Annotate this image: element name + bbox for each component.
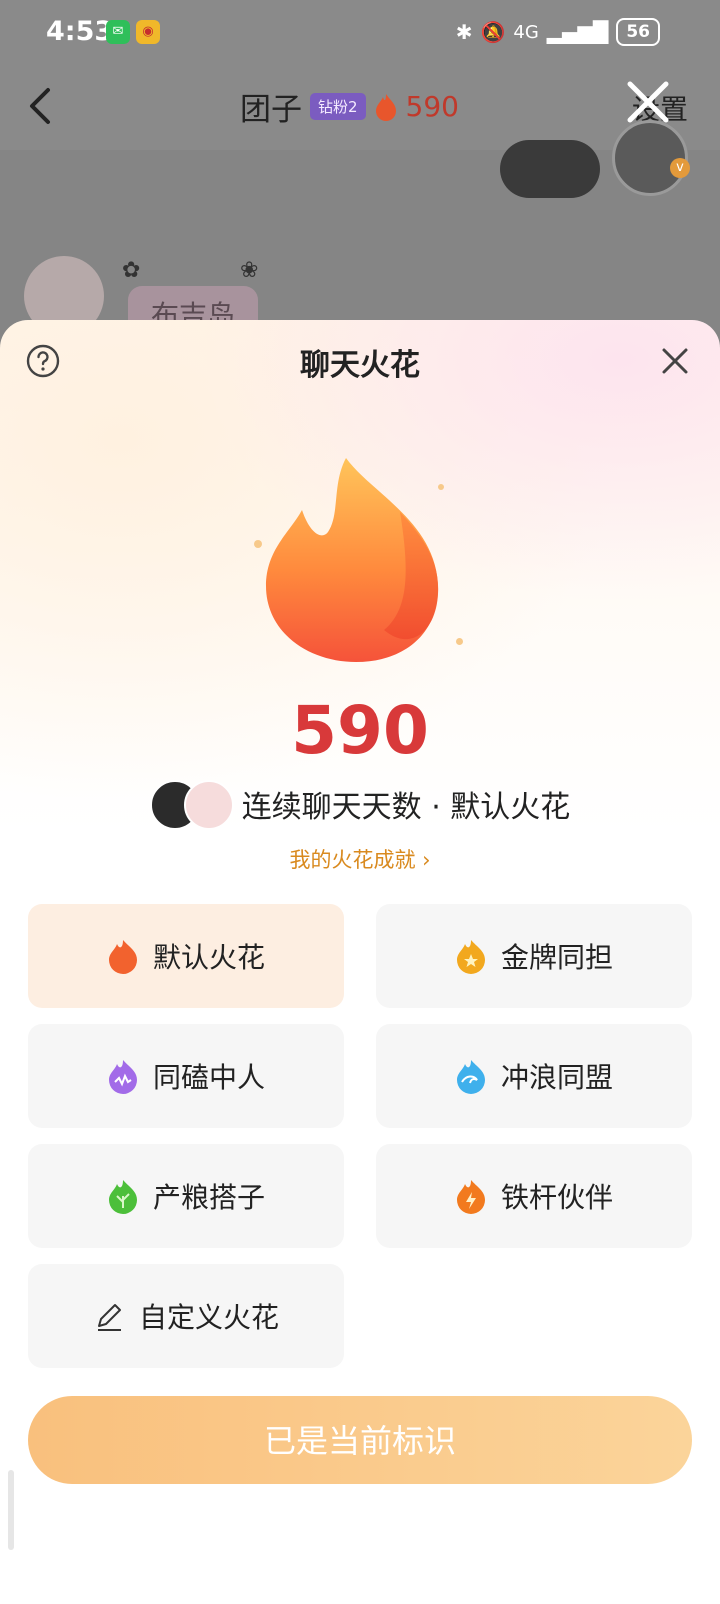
spark-option-label: 铁杆伙伴 bbox=[500, 1181, 613, 1214]
spark-option-label: 默认火花 bbox=[152, 941, 265, 974]
spark-option-bolt[interactable]: 铁杆伙伴 bbox=[376, 1144, 692, 1248]
close-icon[interactable] bbox=[626, 80, 670, 124]
spark-option-custom[interactable]: 自定义火花 bbox=[28, 1264, 344, 1368]
pencil-icon bbox=[97, 1304, 121, 1331]
wechat-icon: ✉ bbox=[106, 20, 130, 44]
weibo-icon: ◉ bbox=[136, 20, 160, 44]
apply-spark-button[interactable]: 已是当前标识 bbox=[28, 1396, 692, 1484]
spark-option-label: 冲浪同盟 bbox=[500, 1061, 613, 1094]
pair-avatars bbox=[149, 780, 234, 830]
network-label: 4G bbox=[513, 21, 539, 43]
flame-icon bbox=[266, 458, 439, 662]
chat-screen-background: 4:53 ✉ ◉ ✱ 🔕 4G ▂▄▆█ 56 团子 钻粉2 590 设置 v bbox=[0, 0, 720, 360]
chat-title: 团子 钻粉2 590 bbox=[240, 84, 459, 129]
close-icon[interactable] bbox=[660, 346, 690, 376]
bluetooth-icon: ✱ bbox=[455, 20, 473, 44]
signal-icon: ▂▄▆█ bbox=[546, 20, 609, 44]
scroll-indicator bbox=[8, 1470, 14, 1550]
spark-option-purple[interactable]: 同磕中人 bbox=[28, 1024, 344, 1128]
flame-orange-icon bbox=[108, 940, 137, 974]
status-indicators: ✱ 🔕 4G ▂▄▆█ 56 bbox=[456, 18, 660, 46]
contact-name: 团子 bbox=[240, 92, 302, 128]
fan-level-badge: 钻粉2 bbox=[310, 93, 366, 120]
sheet-title: 聊天火花 bbox=[300, 348, 420, 383]
decoration-icon: ❀ bbox=[240, 258, 259, 283]
mute-icon: 🔕 bbox=[480, 20, 506, 44]
streak-count: 590 bbox=[291, 692, 429, 769]
spark-option-blue[interactable]: 冲浪同盟 bbox=[376, 1024, 692, 1128]
spark-option-label: 金牌同担 bbox=[500, 941, 613, 974]
flame-purple-icon bbox=[108, 1060, 137, 1094]
battery-indicator: 56 bbox=[616, 18, 660, 46]
achievement-link[interactable]: 我的火花成就 › bbox=[0, 844, 720, 874]
streak-info: 连续聊天天数 · 默认火花 bbox=[0, 780, 720, 830]
chat-spark-sheet: 聊天火花 590 连续聊天天数 · 默认火花 我的火花成就 › 默认火花 金牌同… bbox=[0, 320, 720, 1604]
streak-label: 连续聊天天数 · 默认火花 bbox=[241, 790, 571, 825]
avatar bbox=[183, 780, 234, 830]
flame-blue-wave-icon bbox=[456, 1060, 485, 1094]
spark-option-label: 自定义火花 bbox=[138, 1301, 279, 1334]
sparkle-decoration bbox=[254, 540, 262, 548]
flame-green-leaf-icon bbox=[108, 1180, 137, 1214]
back-icon[interactable] bbox=[26, 86, 56, 126]
sticker-image bbox=[500, 140, 600, 198]
fire-icon bbox=[375, 93, 396, 121]
flame-gold-star-icon bbox=[456, 940, 485, 974]
chat-header: 团子 钻粉2 590 设置 bbox=[0, 64, 720, 150]
spark-option-label: 产粮搭子 bbox=[152, 1181, 265, 1214]
spark-option-default[interactable]: 默认火花 bbox=[28, 904, 344, 1008]
header-streak-count: 590 bbox=[405, 90, 459, 123]
spark-option-green[interactable]: 产粮搭子 bbox=[28, 1144, 344, 1248]
status-bar: 4:53 ✉ ◉ ✱ 🔕 4G ▂▄▆█ 56 bbox=[0, 0, 720, 64]
verified-icon: v bbox=[670, 158, 690, 178]
sparkle-decoration bbox=[456, 638, 463, 645]
spark-option-gold[interactable]: 金牌同担 bbox=[376, 904, 692, 1008]
flame-bolt-icon bbox=[456, 1180, 485, 1214]
status-time: 4:53 bbox=[46, 16, 114, 47]
spark-option-label: 同磕中人 bbox=[152, 1061, 265, 1094]
decoration-icon: ✿ bbox=[122, 258, 141, 283]
